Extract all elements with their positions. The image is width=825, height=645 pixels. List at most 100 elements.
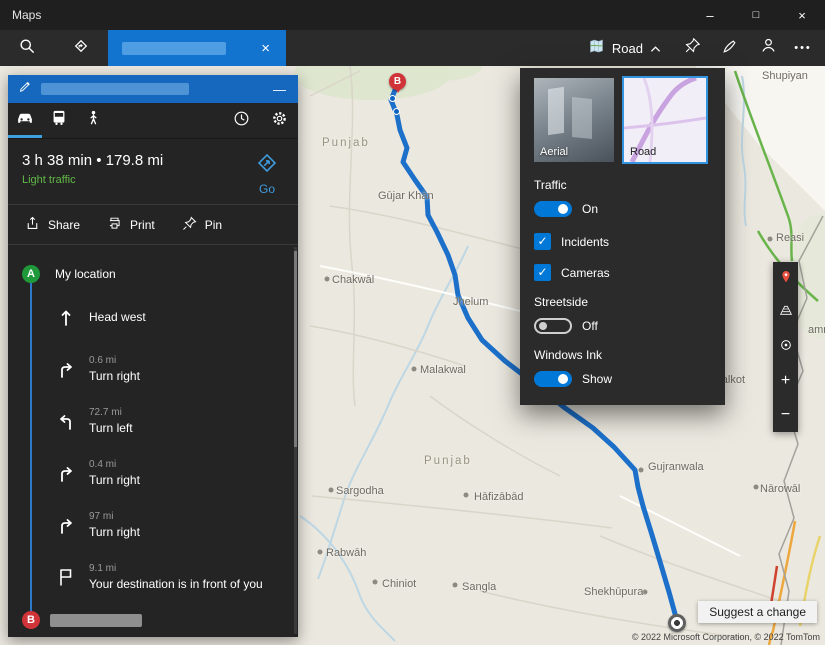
search-icon <box>17 36 37 61</box>
panel-scrollbar-thumb[interactable] <box>294 251 297 447</box>
end-badge: B <box>22 611 40 629</box>
pin-button[interactable]: Pin <box>181 215 222 235</box>
cameras-checkbox-checked[interactable] <box>534 264 551 281</box>
step-turn-right-3[interactable]: 97 mi Turn right <box>8 499 298 551</box>
current-location-marker[interactable] <box>668 614 686 632</box>
traffic-toggle[interactable] <box>534 201 572 217</box>
pin-icon <box>181 215 198 235</box>
step-instruction: Turn left <box>89 421 133 435</box>
map-copyright: © 2022 Microsoft Corporation, © 2022 Tom… <box>632 632 820 642</box>
route-actions: Share Print Pin <box>8 205 298 245</box>
streetside-section-label: Streetside <box>534 295 711 309</box>
pencil-icon <box>18 79 33 99</box>
route-waypoint-dot <box>389 95 396 102</box>
start-badge: A <box>22 265 40 283</box>
step-distance: 97 mi <box>89 511 140 522</box>
map-style-selector[interactable]: Road <box>576 30 673 66</box>
step-end[interactable]: B <box>8 603 298 637</box>
share-icon <box>24 215 41 235</box>
panel-minimize-button[interactable]: — <box>273 83 286 96</box>
tab-driving[interactable] <box>8 103 42 138</box>
chevron-up-icon <box>650 41 661 56</box>
incidents-checkbox-checked[interactable] <box>534 233 551 250</box>
traffic-orange-road <box>769 521 795 645</box>
windows-ink-section-label: Windows Ink <box>534 348 711 362</box>
map-label: amm <box>808 324 825 336</box>
tab-transit[interactable] <box>42 103 76 138</box>
turn-right-icon <box>54 513 78 537</box>
directions-panel-header[interactable]: — <box>8 75 298 103</box>
favorites-button[interactable] <box>673 30 711 66</box>
route-duration-distance: 3 h 38 min • 179.8 mi <box>22 152 284 169</box>
streetside-toggle[interactable] <box>534 318 572 334</box>
step-turn-right-1[interactable]: 0.6 mi Turn right <box>8 343 298 395</box>
tab-walking[interactable] <box>76 103 110 138</box>
account-button[interactable] <box>749 30 787 66</box>
print-icon <box>106 215 123 235</box>
clock-icon <box>232 109 251 133</box>
map-label: Sangla <box>462 581 496 593</box>
map-label: Malakwal <box>420 364 466 376</box>
map-label: Jhelum <box>453 296 488 308</box>
print-button[interactable]: Print <box>106 215 155 235</box>
titlebar[interactable]: Maps – □ × <box>0 0 825 30</box>
step-destination[interactable]: 9.1 mi Your destination is in front of y… <box>8 551 298 603</box>
toolbar-spacer <box>286 30 576 66</box>
map-label: Chakwāl <box>332 274 374 286</box>
aerial-style-option[interactable]: Aerial <box>534 78 614 162</box>
traffic-state: On <box>582 202 598 216</box>
zoom-in-button[interactable]: + <box>773 364 798 398</box>
directions-icon <box>71 36 91 61</box>
map-label-region: Punjab <box>322 137 370 149</box>
minimize-button[interactable]: – <box>687 0 733 30</box>
pin-label: Pin <box>205 218 222 232</box>
recent-routes-button[interactable] <box>222 103 260 138</box>
location-pin-icon <box>778 269 794 290</box>
map-style-label: Road <box>612 41 643 56</box>
search-button[interactable] <box>0 30 54 66</box>
step-start[interactable]: A My location <box>8 257 298 291</box>
windows-ink-button[interactable] <box>711 30 749 66</box>
locate-me-button[interactable] <box>773 330 798 364</box>
streetside-state: Off <box>582 319 598 333</box>
share-button[interactable]: Share <box>24 215 80 235</box>
map-label: Sargodha <box>336 485 384 497</box>
close-tab-icon[interactable]: × <box>255 39 276 58</box>
more-options-button[interactable]: ••• <box>787 30 825 66</box>
map-label: Nārowāl <box>760 483 800 495</box>
step-head-west[interactable]: Head west <box>8 291 298 343</box>
share-label: Share <box>48 218 80 232</box>
maximize-button[interactable]: □ <box>733 0 779 30</box>
route-options-button[interactable] <box>260 103 298 138</box>
windows-ink-toggle[interactable] <box>534 371 572 387</box>
step-distance: 0.6 mi <box>89 355 140 366</box>
travel-mode-tabs <box>8 103 298 139</box>
map-label: Gujranwala <box>648 461 704 473</box>
tilt-view-button[interactable] <box>773 296 798 330</box>
zoom-out-button[interactable]: − <box>773 398 798 432</box>
route-summary: 3 h 38 min • 179.8 mi Light traffic Go <box>8 139 298 205</box>
cameras-label: Cameras <box>561 266 610 280</box>
route-tab-title-redacted <box>122 42 226 55</box>
road-label: Road <box>630 146 656 158</box>
suggest-change-button[interactable]: Suggest a change <box>698 601 817 623</box>
road-style-option-selected[interactable]: Road <box>622 76 708 164</box>
start-label: My location <box>55 267 116 281</box>
print-label: Print <box>130 218 155 232</box>
step-instruction: Turn right <box>89 473 140 487</box>
aerial-label: Aerial <box>540 146 568 158</box>
step-turn-right-2[interactable]: 0.4 mi Turn right <box>8 447 298 499</box>
map-style-thumbnails: Aerial Road <box>534 78 711 164</box>
go-button[interactable]: Go <box>254 150 280 196</box>
map-label: Chiniot <box>382 578 416 590</box>
turn-left-icon <box>54 409 78 433</box>
directions-button[interactable] <box>54 30 108 66</box>
active-route-tab[interactable]: × <box>108 30 286 66</box>
step-distance: 72.7 mi <box>89 407 133 418</box>
close-button[interactable]: × <box>779 0 825 30</box>
drop-pin-button[interactable] <box>773 262 798 296</box>
destination-marker-b[interactable]: B <box>389 73 406 90</box>
map-label: Hāfizābād <box>474 491 524 503</box>
step-turn-left[interactable]: 72.7 mi Turn left <box>8 395 298 447</box>
destination-name-redacted <box>50 614 142 627</box>
